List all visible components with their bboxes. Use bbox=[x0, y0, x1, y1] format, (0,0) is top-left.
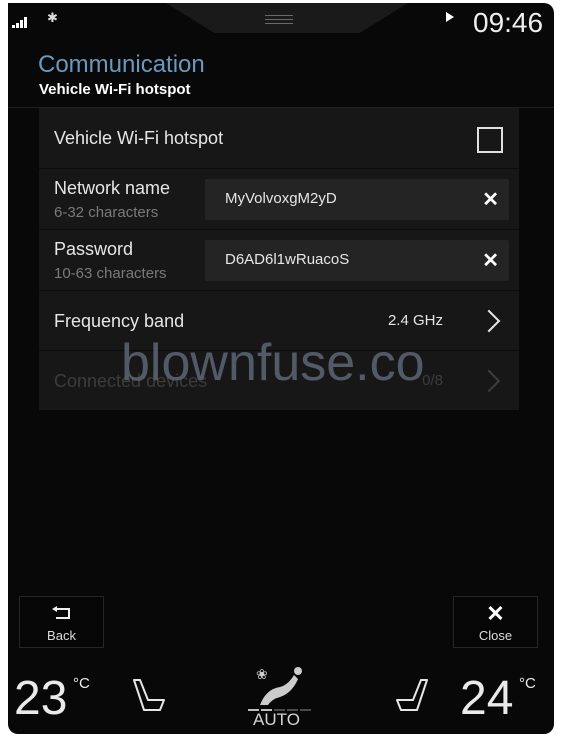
play-icon bbox=[446, 12, 454, 22]
back-arrow-icon bbox=[52, 606, 70, 619]
close-icon: ✕ bbox=[486, 601, 505, 626]
connected-devices-value: 0/8 bbox=[422, 372, 443, 389]
cellular-signal-icon bbox=[12, 17, 27, 28]
network-name-input[interactable]: MyVolvoxgM2yD ✕ bbox=[205, 179, 509, 220]
clock: 09:46 bbox=[473, 7, 544, 38]
climate-auto-icon[interactable]: ❀ bbox=[246, 665, 306, 711]
connected-devices-label: Connected devices bbox=[54, 371, 208, 391]
back-button[interactable]: Back bbox=[19, 596, 104, 648]
hotspot-toggle-row[interactable]: Vehicle Wi-Fi hotspot bbox=[39, 108, 519, 169]
password-label: Password bbox=[54, 239, 134, 259]
hotspot-label: Vehicle Wi-Fi hotspot bbox=[54, 128, 224, 148]
fan-level-segment bbox=[300, 709, 311, 711]
network-name-label: Network name bbox=[54, 178, 171, 198]
left-temperature[interactable]: 23 bbox=[14, 671, 67, 726]
right-temperature[interactable]: 24 bbox=[460, 671, 513, 726]
breadcrumb-parent[interactable]: Communication bbox=[38, 51, 205, 79]
network-name-value: MyVolvoxgM2yD bbox=[225, 190, 337, 207]
chevron-right-icon bbox=[477, 369, 501, 393]
connected-devices-row[interactable]: Connected devices 0/8 bbox=[39, 351, 519, 410]
close-label: Close bbox=[478, 628, 513, 643]
hotspot-checkbox[interactable] bbox=[477, 127, 503, 153]
close-button[interactable]: ✕ Close bbox=[453, 596, 538, 648]
frequency-band-row[interactable]: Frequency band 2.4 GHz bbox=[39, 291, 519, 351]
bluetooth-icon: ✱ bbox=[47, 10, 58, 25]
password-value: D6AD6l1wRuacoS bbox=[225, 251, 350, 268]
seat-heat-right-icon[interactable] bbox=[391, 678, 431, 714]
back-label: Back bbox=[47, 628, 76, 643]
clear-network-name-icon[interactable]: ✕ bbox=[482, 187, 499, 212]
clear-password-icon[interactable]: ✕ bbox=[482, 248, 499, 273]
chevron-right-icon bbox=[477, 309, 501, 333]
password-row: Password 10-63 characters D6AD6l1wRuacoS… bbox=[39, 230, 519, 291]
password-hint: 10-63 characters bbox=[54, 265, 167, 282]
network-name-row: Network name 6-32 characters MyVolvoxgM2… bbox=[39, 169, 519, 230]
drawer-handle-icon[interactable] bbox=[265, 15, 293, 27]
page-title: Vehicle Wi-Fi hotspot bbox=[39, 81, 191, 98]
svg-text:❀: ❀ bbox=[256, 667, 268, 683]
frequency-band-value: 2.4 GHz bbox=[387, 312, 443, 329]
settings-panel: Vehicle Wi-Fi hotspot Network name 6-32 … bbox=[39, 108, 519, 410]
seat-heat-left-icon[interactable] bbox=[130, 678, 170, 714]
infotainment-screen: ✱ 09:46 Communication Vehicle Wi-Fi hots… bbox=[8, 3, 554, 734]
fan-mode-label: AUTO bbox=[253, 710, 300, 729]
right-temperature-unit: °C bbox=[519, 675, 536, 692]
frequency-band-label: Frequency band bbox=[54, 311, 185, 331]
password-input[interactable]: D6AD6l1wRuacoS ✕ bbox=[205, 240, 509, 281]
network-name-hint: 6-32 characters bbox=[54, 204, 159, 221]
left-temperature-unit: °C bbox=[73, 675, 90, 692]
